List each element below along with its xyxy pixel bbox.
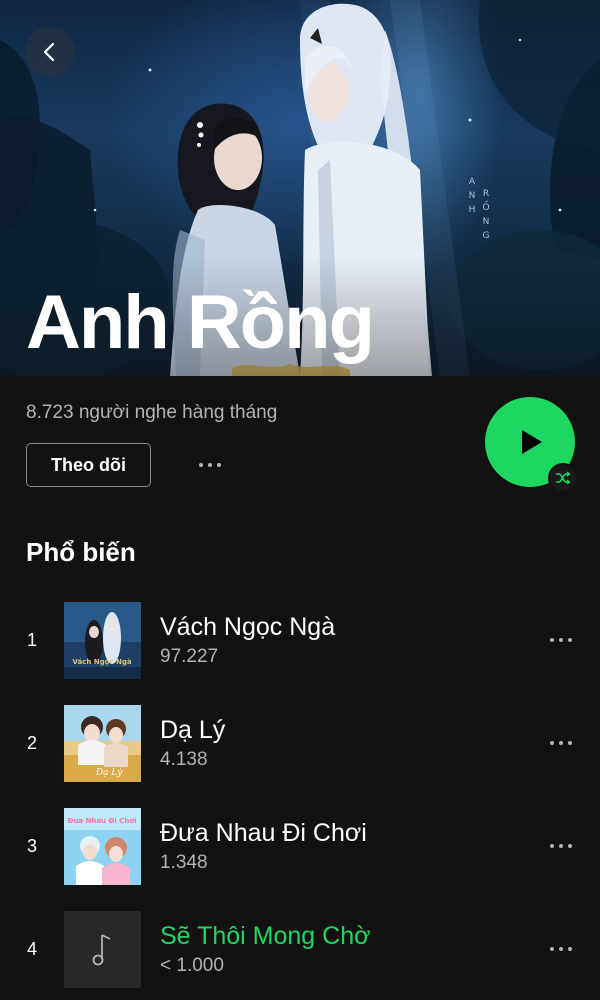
monthly-listeners: 8.723 người nghe hàng tháng [26,402,278,423]
artist-hero-image: A N H R Ồ N G Anh Rồng [0,0,600,376]
album-cover-image: Vách Ngọc Ngà [64,602,141,679]
artist-page: A N H R Ồ N G Anh Rồng 8.723 người nghe … [0,0,600,1000]
artist-more-button[interactable] [190,452,230,478]
popular-section-title: Phổ biến [26,537,136,567]
watermark-letter: H [469,205,476,215]
more-horizontal-icon [550,638,572,642]
track-number: 4 [26,939,37,959]
music-note-icon [92,933,110,965]
track-title: Đưa Nhau Đi Chơi [160,819,367,847]
watermark-letter: N [483,217,490,227]
shuffle-icon [556,471,571,485]
album-cover-text: Đưa Nhau Đi Chơi [67,817,136,825]
track-row[interactable]: 4 Sẽ Thôi Mong Chờ < 1.000 [0,898,600,1000]
track-cover: Dạ Lý [64,705,141,782]
watermark-letter: Ồ [482,200,489,213]
chevron-left-icon [43,42,55,62]
track-play-count: 4.138 [160,749,208,770]
watermark-letter: A [469,177,476,187]
play-icon [522,430,542,454]
track-number: 2 [26,733,37,753]
track-title: Dạ Lý [160,716,226,744]
watermark-letter: N [469,191,476,201]
track-row[interactable]: 2 Dạ Lý Dạ Lý 4.138 [0,692,600,795]
track-more-button[interactable] [541,936,581,962]
track-cover: Vách Ngọc Ngà [64,602,141,679]
track-more-button[interactable] [541,627,581,653]
track-row[interactable]: 1 Vách Ngọc Ngà Vách Ngọc Ngà 97.227 [0,589,600,692]
watermark-letter: G [483,231,490,241]
album-cover-text: Dạ Lý [95,767,123,778]
more-horizontal-icon [199,463,221,467]
popular-track-list: 1 Vách Ngọc Ngà Vách Ngọc Ngà 97.227 2 D… [0,589,600,1000]
track-play-count: 1.348 [160,852,208,873]
follow-button[interactable]: Theo dõi [26,443,151,487]
track-play-count: < 1.000 [160,955,224,976]
watermark-letter: R [483,189,489,199]
track-number: 1 [26,630,37,650]
album-cover-image: Dạ Lý [64,705,141,782]
shuffle-button[interactable] [548,463,578,493]
album-cover-image: Đưa Nhau Đi Chơi [64,808,141,885]
track-cover: Đưa Nhau Đi Chơi [64,808,141,885]
track-play-count: 97.227 [160,646,219,667]
track-more-button[interactable] [541,833,581,859]
album-cover-text: Vách Ngọc Ngà [72,658,131,666]
more-horizontal-icon [550,844,572,848]
track-title: Vách Ngọc Ngà [160,613,336,641]
track-row[interactable]: 3 Đưa Nhau Đi Chơi Đưa Nhau Đi Chơi 1.34… [0,795,600,898]
track-number: 3 [26,836,37,856]
artist-name: Anh Rồng [26,280,375,365]
more-horizontal-icon [550,947,572,951]
track-more-button[interactable] [541,730,581,756]
track-title: Sẽ Thôi Mong Chờ [160,922,371,950]
back-button[interactable] [25,27,75,77]
track-cover-placeholder [64,911,141,988]
more-horizontal-icon [550,741,572,745]
